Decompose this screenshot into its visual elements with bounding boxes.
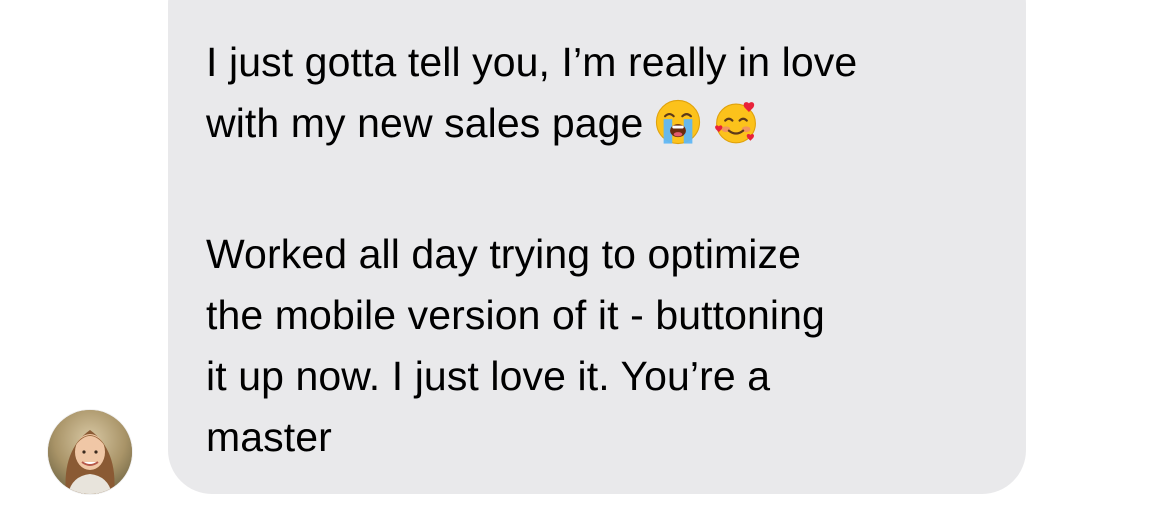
- message-line: it up now. I just love it. You’re a: [206, 346, 825, 407]
- message-line-text: the mobile version of it - buttoning: [206, 292, 825, 338]
- message-line: the mobile version of it - buttoning: [206, 285, 825, 346]
- message-line-text: I just gotta tell you, I’m really in lov…: [206, 39, 858, 85]
- chat-thread: I just gotta tell you, I’m really in lov…: [0, 0, 1150, 519]
- profile-photo-icon: [48, 410, 132, 494]
- message-line: master: [206, 407, 825, 468]
- message-line: I just gotta tell you, I’m really in lov…: [206, 32, 857, 93]
- smiling-face-with-hearts-icon: [713, 99, 759, 145]
- message-line: Worked all day trying to optimize: [206, 224, 825, 285]
- message-paragraph-2: Worked all day trying to optimize the mo…: [206, 224, 825, 468]
- message-line: with my new sales page: [206, 93, 857, 154]
- message-line-text: master: [206, 414, 332, 460]
- message-paragraph-1: I just gotta tell you, I’m really in lov…: [206, 32, 857, 154]
- message-line-text: with my new sales page: [206, 100, 644, 146]
- message-line-text: it up now. I just love it. You’re a: [206, 353, 771, 399]
- sender-avatar[interactable]: [48, 410, 132, 494]
- message-line-text: Worked all day trying to optimize: [206, 231, 802, 277]
- loudly-crying-face-icon: [655, 99, 701, 145]
